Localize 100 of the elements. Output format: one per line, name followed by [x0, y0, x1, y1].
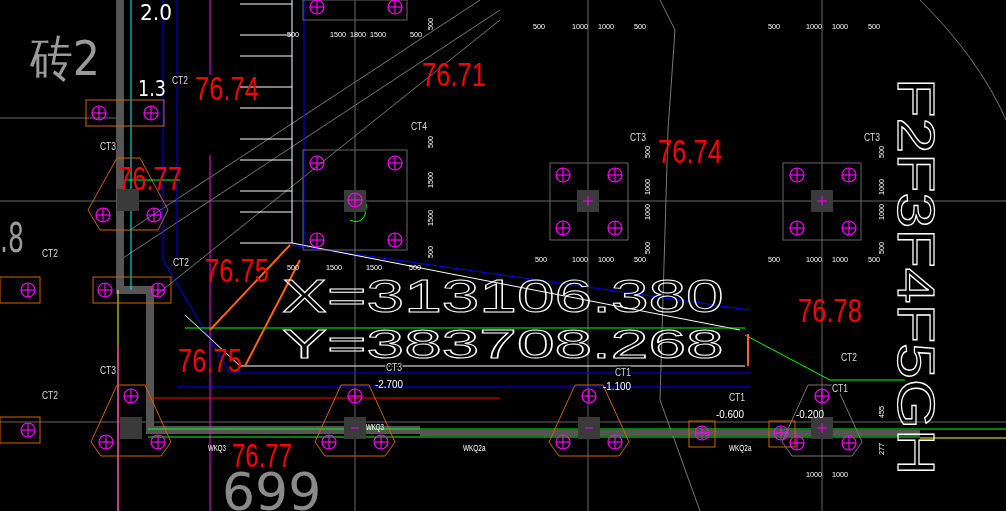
- dimension-text: 500: [426, 244, 435, 258]
- pile-icon: [146, 207, 162, 223]
- pile-cap-label: CT2: [42, 248, 61, 259]
- elevation-label: 76.78: [798, 291, 884, 329]
- pile-icon: [373, 434, 389, 450]
- dimension-text: 1500: [426, 170, 435, 188]
- dimension-text: 1500: [330, 30, 348, 39]
- pile-icon: [347, 388, 363, 404]
- dimension-text: 500: [426, 134, 435, 148]
- elevation-label: 76.74: [658, 132, 744, 170]
- dimension-text: 500: [643, 240, 652, 254]
- column-block: [811, 190, 833, 212]
- pile-cap-label: CT1: [615, 367, 634, 378]
- pile-cap-label: CT4: [411, 121, 430, 132]
- pile-icon: [309, 0, 325, 15]
- dimension-text: 500: [868, 22, 882, 31]
- dimension-text: 1000: [832, 22, 850, 31]
- pile-icon: [309, 232, 325, 248]
- pile-icon: [97, 282, 113, 298]
- wall-label: WKQ3: [366, 422, 393, 432]
- dimension-text: 1800: [350, 30, 368, 39]
- pile-cap-label: CT1: [832, 383, 851, 394]
- level-label: -0.200: [796, 409, 825, 420]
- column-block: [120, 417, 142, 439]
- pile-cap-label: CT2: [841, 352, 860, 363]
- column-block: [578, 417, 600, 439]
- column-block: [811, 417, 833, 439]
- pile-cap-label: CT3: [100, 365, 119, 376]
- dimension-text: 500: [426, 16, 435, 30]
- column-block: [577, 190, 599, 212]
- pile-icon: [150, 434, 166, 450]
- pile-cap-label: CT2: [173, 257, 192, 268]
- pile-icon: [95, 207, 111, 223]
- wall-label: WKQ2a: [463, 443, 495, 453]
- pile-icon: [607, 167, 623, 183]
- wall-label: WKQ2a: [729, 443, 761, 453]
- dimension-text: 500: [533, 22, 547, 31]
- pile-icon: [841, 167, 857, 183]
- note-text: 砖2: [30, 30, 109, 86]
- pile-icon: [607, 220, 623, 236]
- pile-icon: [814, 388, 830, 404]
- pile-cap-label: CT1: [729, 392, 748, 403]
- dimension-text: 500: [868, 255, 882, 264]
- pile-icon: [607, 434, 623, 450]
- pile-icon: [123, 388, 139, 404]
- pile-icon: [143, 105, 159, 121]
- pile-icon: [98, 434, 114, 450]
- dimension-text: 1000: [598, 255, 616, 264]
- dimension-text: 500: [410, 30, 424, 39]
- column-block: [117, 189, 139, 211]
- dimension-text: 1000: [598, 22, 616, 31]
- dimension-text: 1500: [426, 208, 435, 226]
- dimension-text: 1000: [877, 177, 886, 195]
- pile-icon: [581, 388, 597, 404]
- pile-icon: [150, 282, 166, 298]
- pile-icon: [387, 155, 403, 171]
- note-text: .8: [0, 215, 39, 261]
- dimension-text: 500: [877, 144, 886, 158]
- dimension-text: 1000: [806, 255, 824, 264]
- pile-icon: [20, 282, 36, 298]
- level-label: -0.600: [716, 409, 745, 420]
- pile-cap-label: CT2: [172, 75, 191, 86]
- pile-icon: [694, 425, 710, 441]
- pile-cap-label: CT3: [630, 132, 649, 143]
- dimension-text: 1500: [370, 30, 388, 39]
- pile-icon: [555, 434, 571, 450]
- dimension-text: 500: [877, 240, 886, 254]
- pile-icon: [841, 220, 857, 236]
- pile-icon: [309, 155, 325, 171]
- dimension-text: 1000: [572, 22, 590, 31]
- dimension-text: 1500: [366, 263, 384, 272]
- elevation-label: 76.74: [195, 69, 281, 107]
- column-block: [344, 417, 366, 439]
- elevation-label: 76.71: [422, 55, 508, 93]
- level-label: -2.700: [375, 379, 404, 390]
- dimension-text: 500: [643, 144, 652, 158]
- elevation-label: 76.77: [118, 159, 204, 197]
- dimension-text: 500: [287, 30, 301, 39]
- dimension-text: 1000: [877, 202, 886, 220]
- pile-cap-label: CT3: [100, 141, 119, 152]
- dimension-text: 1000: [806, 470, 824, 479]
- grid-label: F2F3F4F5GH: [887, 78, 946, 476]
- pile-cap-label: CT3: [864, 132, 883, 143]
- pile-icon: [555, 167, 571, 183]
- note-text: 2.0: [140, 0, 175, 25]
- dimension-text: 500: [634, 22, 648, 31]
- dimension-text: 500: [768, 22, 782, 31]
- dimension-text: 277: [877, 441, 886, 455]
- pile-icon: [789, 220, 805, 236]
- dimension-text: 500: [634, 255, 648, 264]
- dimension-text: 1000: [643, 177, 652, 195]
- level-label: -1.100: [603, 381, 632, 392]
- dimension-text: 1000: [572, 255, 590, 264]
- note-text: 1.3: [138, 76, 173, 101]
- pile-icon: [387, 0, 403, 15]
- pile-icon: [841, 435, 857, 451]
- dimension-text: 1000: [643, 202, 652, 220]
- dimension-text: 500: [768, 255, 782, 264]
- dimension-text: 1000: [832, 255, 850, 264]
- pile-icon: [91, 105, 107, 121]
